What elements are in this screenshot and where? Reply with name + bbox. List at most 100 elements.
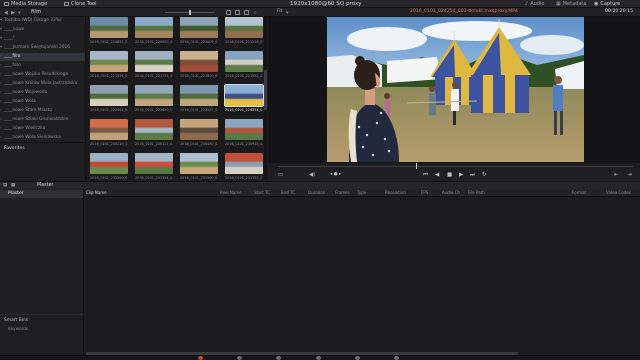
tree-item-folder[interactable]: › ____nowe Stare Miasto <box>0 107 85 115</box>
list-view-icon[interactable] <box>235 10 240 15</box>
thumbnail-image <box>180 51 218 72</box>
media-thumbnail[interactable]: 2016_0101_221952_0... <box>225 51 263 81</box>
media-thumbnail[interactable]: 2016_0101_230450_0... <box>180 119 218 149</box>
video-frame[interactable] <box>327 17 584 162</box>
column-header[interactable]: Video Codec <box>606 189 631 197</box>
media-thumbnail[interactable]: 2016_0101_221218_0... <box>225 17 263 47</box>
thumbnail-image <box>90 51 128 72</box>
zoom-chevron-icon[interactable]: ▾ <box>286 10 289 16</box>
thumbnail-zoom-handle[interactable] <box>189 10 191 15</box>
viewer-mode-icon[interactable]: ▭ <box>278 172 283 178</box>
column-header[interactable]: Frames <box>335 189 350 197</box>
column-header[interactable]: Audio Ch <box>442 189 460 197</box>
tree-item-film[interactable]: › ____film <box>0 53 85 61</box>
tab-clone-tool[interactable]: Clone Tool <box>64 0 97 8</box>
bin-grid-icon[interactable]: ▦ <box>11 183 15 188</box>
tree-item-folder[interactable]: › ____nowe Szlaki Grunwaldzkie <box>0 116 85 124</box>
bin-item-master[interactable]: Master <box>0 190 83 198</box>
media-thumbnail[interactable]: 2016_0101_224254_0... <box>224 84 264 115</box>
go-to-start-icon[interactable]: ⏮ <box>423 172 428 179</box>
tree-item-folder[interactable]: ▾ ____nowe <box>0 26 85 34</box>
fairlight-page-icon[interactable] <box>355 356 360 360</box>
smart-bin-keywords[interactable]: Keywords <box>8 326 28 331</box>
column-header[interactable]: Format <box>572 189 586 197</box>
thumbnail-scrollbar-handle[interactable] <box>264 70 267 110</box>
forward-icon[interactable]: ▶ <box>11 10 15 16</box>
jog-icon[interactable]: ◂ ● ▸ <box>330 172 341 177</box>
media-thumbnail[interactable]: 2016_0101_221554_0... <box>90 51 128 81</box>
favorites-panel: Favorites <box>0 142 85 180</box>
audio-icon[interactable]: ◀) <box>309 172 315 178</box>
scrub-track <box>278 166 633 167</box>
folder-chevron-icon[interactable]: ▾ <box>18 10 21 16</box>
media-thumbnail-grid: 2016_0101_220852_0... 2016_0101_220900_0.… <box>85 17 268 180</box>
column-header[interactable]: End TC <box>281 189 295 197</box>
tree-item-folder[interactable]: › ____nowe Królów Wola Jastrzębska <box>0 80 85 88</box>
column-header[interactable]: Resolution <box>385 189 406 197</box>
sort-icon[interactable] <box>244 10 249 15</box>
media-thumbnail[interactable]: 2016_0101_230915_0... <box>225 119 263 149</box>
column-header[interactable]: File Path <box>468 189 485 197</box>
media-page-icon[interactable] <box>198 356 203 360</box>
column-header[interactable]: Duration <box>308 189 325 197</box>
thumbnail-image <box>180 119 218 140</box>
thumbnail-image <box>225 119 263 140</box>
tree-item-folder[interactable]: ▾ ____Jarmark Świętojański 2016 <box>0 44 85 52</box>
media-thumbnail[interactable]: 2016_0101_223552_0... <box>180 85 218 115</box>
tree-item-folder[interactable]: ▾ ____* <box>0 35 85 43</box>
color-page-icon[interactable] <box>316 356 321 360</box>
go-to-end-icon[interactable]: ⏭ <box>470 172 475 179</box>
media-thumbnail[interactable]: 2016_0101_222620_0... <box>135 85 173 115</box>
edit-page-icon[interactable] <box>237 356 242 360</box>
media-thumbnail[interactable]: 2016_0101_221735_0... <box>135 51 173 81</box>
media-thumbnail[interactable]: 2016_0101_231500_0... <box>180 153 218 180</box>
mark-in-icon[interactable]: ⇤ <box>614 172 619 178</box>
tree-item-folder[interactable]: › ____nowe Wieliczka <box>0 125 85 133</box>
column-header[interactable]: Clip Name <box>86 189 107 197</box>
favorites-title: Favorites <box>4 146 25 151</box>
tree-item-folder[interactable]: › ____nowe Wola <box>0 98 85 106</box>
tree-item-folder[interactable]: › ____foto <box>0 62 85 70</box>
grid-view-icon[interactable] <box>226 10 231 15</box>
bins-header: ▤ ▦ Master <box>0 181 84 189</box>
media-thumbnail[interactable]: 2016_0101_230219_0... <box>90 119 128 149</box>
tab-metadata[interactable]: ▦ Metadata <box>556 0 586 8</box>
column-header[interactable]: Start TC <box>254 189 270 197</box>
column-header[interactable]: Type <box>357 189 366 197</box>
tab-media-storage[interactable]: Media Storage <box>4 0 47 8</box>
expand-icon: › <box>0 135 2 140</box>
expand-icon: › <box>0 108 2 113</box>
bin-list-icon[interactable]: ▤ <box>3 183 7 188</box>
thumbnail-caption: 2016_0101_223552_0... <box>180 108 218 112</box>
media-thumbnail[interactable]: 2016_0101_231200_0... <box>90 153 128 180</box>
tree-item-folder[interactable]: › ____nowe Wola Sieniawska <box>0 134 85 142</box>
media-thumbnail[interactable]: 2016_0101_231344_0... <box>135 153 173 180</box>
step-back-icon[interactable]: ◀ <box>435 172 439 178</box>
zoom-select[interactable]: Fit <box>277 9 282 14</box>
deliver-page-icon[interactable] <box>394 356 399 360</box>
media-thumbnail[interactable]: 2016_0101_222451_0... <box>90 85 128 115</box>
tab-capture[interactable]: ◉ Capture <box>594 0 620 8</box>
media-thumbnail[interactable]: 2016_0101_220852_0... <box>90 17 128 47</box>
search-icon[interactable]: ⌕ <box>254 10 257 16</box>
tree-item-folder[interactable]: › ____nowe Wojewoda <box>0 89 85 97</box>
tree-item-label: Toshiba (WD) (Usage 33%) <box>4 18 62 23</box>
tree-item-folder[interactable]: › ____nowe Wojsko Piłsudskiego <box>0 71 85 79</box>
column-header[interactable]: FPS <box>421 189 428 197</box>
thumbnail-caption: 2016_0101_230450_0... <box>180 142 218 146</box>
media-thumbnail[interactable]: 2016_0101_221800_0... <box>180 51 218 81</box>
media-thumbnail[interactable]: 2016_0101_230321_0... <box>135 119 173 149</box>
media-storage-tree: ▾ Toshiba (WD) (Usage 33%) ▾ ____nowe ▾ ___… <box>0 17 85 142</box>
tree-item-drive[interactable]: ▾ Toshiba (WD) (Usage 33%) <box>0 17 85 25</box>
media-thumbnail[interactable]: 2016_0101_231702_0... <box>225 153 263 180</box>
back-icon[interactable]: ◀ <box>4 10 8 16</box>
fusion-page-icon[interactable] <box>276 356 281 360</box>
play-icon[interactable]: ▶ <box>459 172 463 178</box>
stop-icon[interactable]: ■ <box>447 172 452 178</box>
tab-audio[interactable]: ♪ Audio <box>525 0 544 8</box>
loop-icon[interactable]: ↻ <box>482 172 487 178</box>
mark-out-icon[interactable]: ⇥ <box>627 172 632 178</box>
media-thumbnail[interactable]: 2016_0101_221009_0... <box>180 17 218 47</box>
media-thumbnail[interactable]: 2016_0101_220900_0... <box>135 17 173 47</box>
column-header[interactable]: Reel Name <box>220 189 242 197</box>
